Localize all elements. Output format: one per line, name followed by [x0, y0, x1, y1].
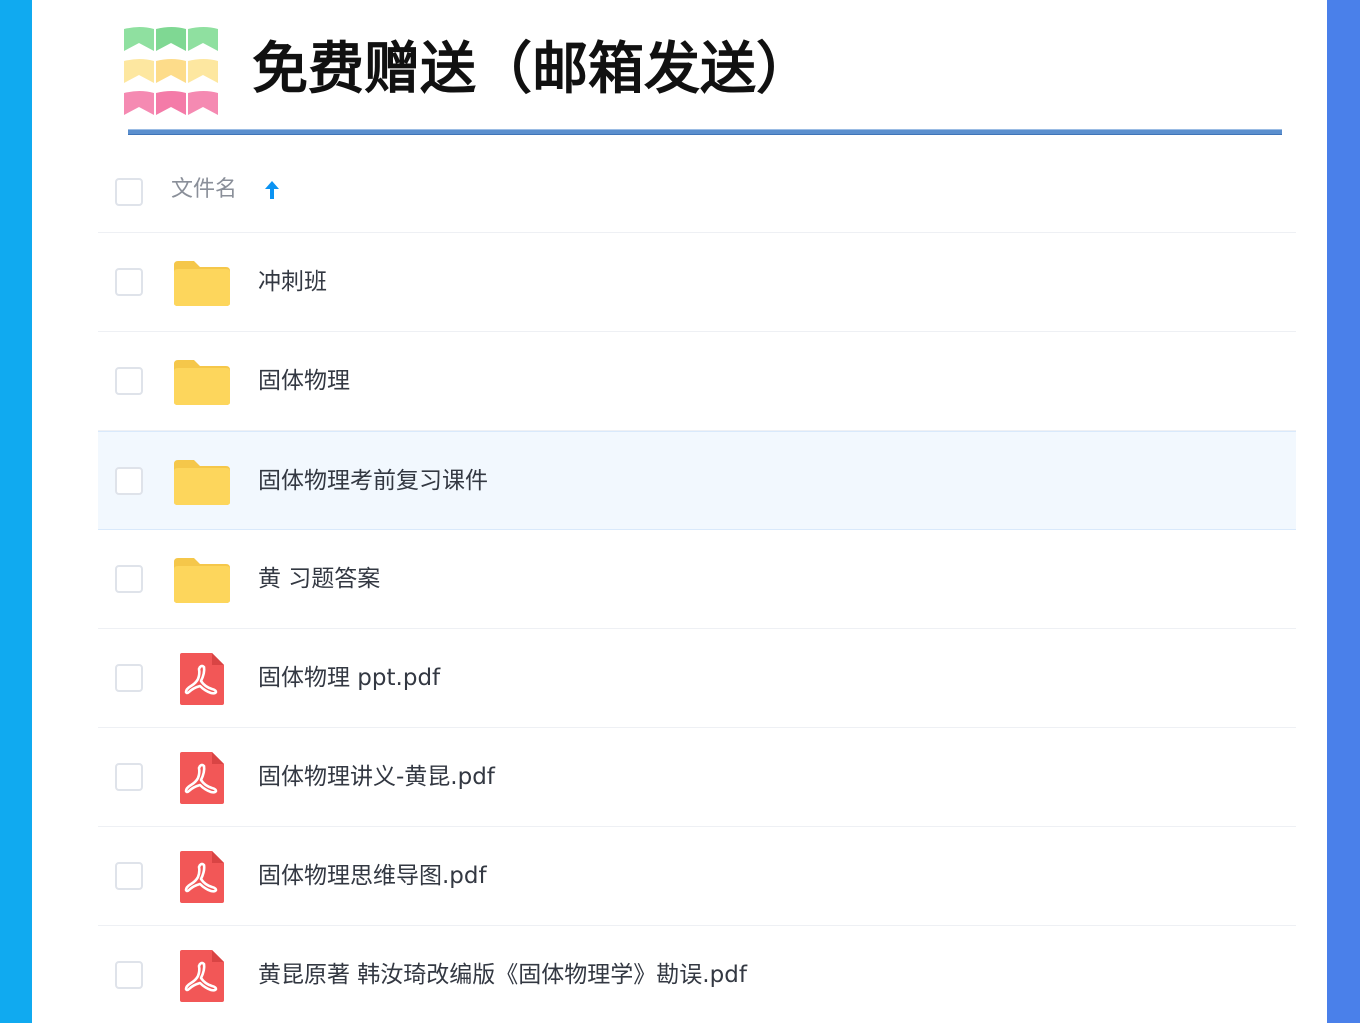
list-item[interactable]: 固体物理讲义-黄昆.pdf	[98, 728, 1296, 827]
row-checkbox[interactable]	[115, 367, 143, 395]
list-item[interactable]: 固体物理思维导图.pdf	[98, 827, 1296, 926]
list-item[interactable]: 冲刺班	[98, 233, 1296, 332]
row-checkbox[interactable]	[115, 467, 143, 495]
pdf-icon	[180, 752, 224, 804]
page: 免费赠送（邮箱发送） 文件名 冲刺班 固体物理 固体物理考前复习课件 黄 习题答…	[0, 0, 1360, 1023]
folder-icon	[174, 558, 230, 603]
list-item[interactable]: 黄昆原著 韩汝琦改编版《固体物理学》勘误.pdf	[98, 926, 1296, 1023]
file-name[interactable]: 固体物理讲义-黄昆.pdf	[258, 760, 495, 794]
file-list: 文件名 冲刺班 固体物理 固体物理考前复习课件 黄 习题答案 固体物理 ppt.…	[98, 148, 1296, 1023]
file-name[interactable]: 冲刺班	[258, 265, 327, 299]
row-checkbox[interactable]	[115, 862, 143, 890]
folder-icon	[174, 460, 230, 505]
folder-icon	[174, 261, 230, 306]
pdf-icon	[180, 653, 224, 705]
arrow-up-icon[interactable]	[261, 178, 283, 202]
right-accent-bar	[1327, 0, 1360, 1023]
file-name[interactable]: 固体物理 ppt.pdf	[258, 661, 440, 695]
file-name[interactable]: 固体物理思维导图.pdf	[258, 859, 487, 893]
row-checkbox[interactable]	[115, 763, 143, 791]
list-item[interactable]: 黄 习题答案	[98, 530, 1296, 629]
bunting-icon	[124, 27, 218, 115]
pdf-icon	[180, 950, 224, 1002]
column-header-filename[interactable]: 文件名	[171, 174, 237, 206]
file-list-header: 文件名	[98, 148, 1296, 233]
list-item-selected[interactable]: 固体物理考前复习课件	[98, 431, 1296, 530]
left-accent-bar	[0, 0, 32, 1023]
file-name[interactable]: 黄昆原著 韩汝琦改编版《固体物理学》勘误.pdf	[258, 958, 747, 992]
title-divider	[128, 129, 1282, 135]
page-title: 免费赠送（邮箱发送）	[252, 37, 812, 102]
row-checkbox[interactable]	[115, 565, 143, 593]
list-item[interactable]: 固体物理 ppt.pdf	[98, 629, 1296, 728]
file-name[interactable]: 固体物理考前复习课件	[258, 464, 488, 498]
row-checkbox[interactable]	[115, 961, 143, 989]
file-name[interactable]: 固体物理	[258, 364, 350, 398]
row-checkbox[interactable]	[115, 268, 143, 296]
list-item[interactable]: 固体物理	[98, 332, 1296, 431]
pdf-icon	[180, 851, 224, 903]
file-name[interactable]: 黄 习题答案	[258, 562, 380, 596]
select-all-checkbox[interactable]	[115, 178, 143, 206]
row-checkbox[interactable]	[115, 664, 143, 692]
folder-icon	[174, 360, 230, 405]
